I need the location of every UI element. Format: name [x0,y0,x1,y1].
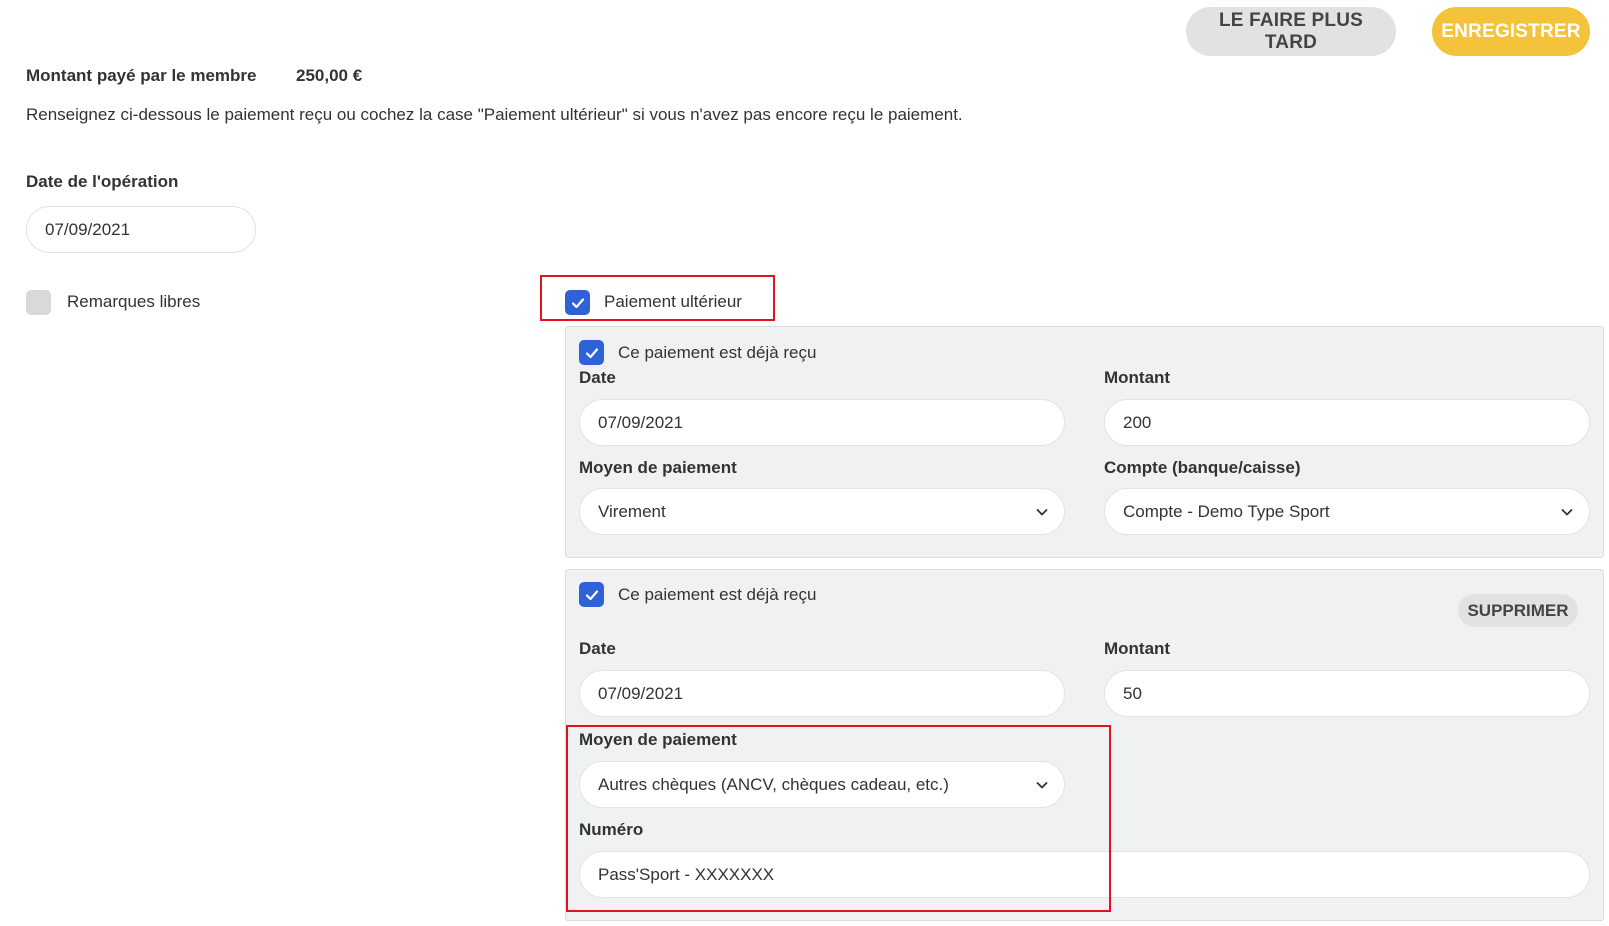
payment-2-amount-label: Montant [1104,639,1171,658]
operation-date-label: Date de l'opération [26,172,179,191]
payment-2-received-label: Ce paiement est déjà reçu [618,585,817,604]
payment-1-account-select[interactable]: Compte - Demo Type Sport [1104,488,1590,535]
remarks-checkbox[interactable] [26,290,51,315]
amount-paid-value: 250,00 € [296,66,363,85]
payment-2-number-input[interactable]: Pass'Sport - XXXXXXX [579,851,1590,898]
chevron-down-icon [1561,508,1573,515]
payment-2-amount-input[interactable]: 50 [1104,670,1590,717]
payment-1-date-value: 07/09/2021 [598,412,684,432]
check-icon [585,589,598,600]
instruction-text: Renseignez ci-dessous le paiement reçu o… [26,105,963,124]
check-icon [571,297,584,308]
payment-2-date-label: Date [579,639,616,658]
remarks-label: Remarques libres [67,292,201,311]
payment-2-method-select[interactable]: Autres chèques (ANCV, chèques cadeau, et… [579,761,1065,808]
payment-1-amount-label: Montant [1104,368,1171,387]
payment-1-date-input[interactable]: 07/09/2021 [579,399,1065,446]
later-payment-checkbox[interactable] [565,290,590,315]
chevron-down-icon [1036,508,1048,515]
payment-2-method-label: Moyen de paiement [579,730,737,749]
payment-2-date-value: 07/09/2021 [598,683,684,703]
payment-1-method-label: Moyen de paiement [579,458,737,477]
chevron-down-icon [1036,781,1048,788]
payment-1-received-label: Ce paiement est déjà reçu [618,343,817,362]
payment-2-amount-value: 50 [1123,683,1142,703]
amount-paid-label: Montant payé par le membre [26,66,257,85]
operation-date-input[interactable]: 07/09/2021 [26,206,256,253]
operation-date-value: 07/09/2021 [45,219,131,239]
payment-1-date-label: Date [579,368,616,387]
payment-1-received-checkbox[interactable] [579,340,604,365]
save-button[interactable]: ENREGISTRER [1432,7,1590,56]
delete-payment-button[interactable]: SUPPRIMER [1458,594,1578,627]
payment-2-date-input[interactable]: 07/09/2021 [579,670,1065,717]
payment-1-account-value: Compte - Demo Type Sport [1123,501,1330,521]
payment-2-method-value: Autres chèques (ANCV, chèques cadeau, et… [598,774,949,794]
payment-2-number-label: Numéro [579,820,644,839]
payment-2-received-checkbox[interactable] [579,582,604,607]
check-icon [585,347,598,358]
later-payment-label: Paiement ultérieur [604,292,742,311]
payment-1-amount-value: 200 [1123,412,1152,432]
payment-1-method-select[interactable]: Virement [579,488,1065,535]
later-button[interactable]: LE FAIRE PLUS TARD [1186,7,1396,56]
payment-1-amount-input[interactable]: 200 [1104,399,1590,446]
payment-1-account-label: Compte (banque/caisse) [1104,458,1301,477]
payment-1-method-value: Virement [598,501,666,521]
payment-2-number-value: Pass'Sport - XXXXXXX [598,864,775,884]
